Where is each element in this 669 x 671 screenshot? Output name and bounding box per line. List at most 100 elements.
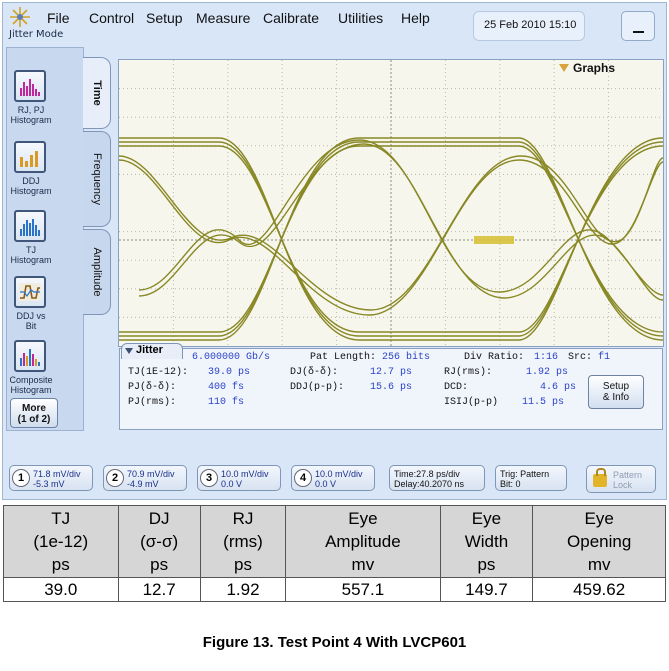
dj-label: DJ(δ-δ):: [290, 367, 339, 378]
rj-value: 1.92 ps: [526, 367, 569, 378]
menu-utilities[interactable]: Utilities: [338, 10, 383, 26]
menu-setup[interactable]: Setup: [146, 10, 183, 26]
table-cell: 557.1: [285, 577, 441, 602]
src-label: Src:: [568, 352, 593, 363]
table-header-row: TJ (1e-12) ps DJ (σ-σ) ps RJ (rms) ps Eye Ampli…: [3, 505, 666, 578]
header-line: ps: [51, 555, 70, 574]
timebase-button[interactable]: Time:27.8 ps/div Delay:40.2070 ns: [389, 465, 485, 491]
header-line: (σ-σ): [140, 532, 179, 551]
header-line: Eye: [471, 509, 502, 528]
pj-rms-label: PJ(rms):: [128, 397, 177, 408]
header-line: ps: [477, 555, 496, 574]
pat-length-value: 256 bits: [382, 352, 431, 363]
results-table: TJ (1e-12) ps DJ (σ-σ) ps RJ (rms) ps Eye Ampli…: [3, 505, 666, 602]
left-panel: RJ, PJ Histogram DDJ Histogram TJ Histog…: [6, 47, 84, 431]
tj-histogram-label: TJ Histogram: [10, 245, 52, 265]
header-rj: RJ (rms) ps: [199, 505, 287, 578]
tab-time[interactable]: Time: [83, 57, 111, 129]
table-cell: 149.7: [439, 577, 534, 602]
channel-scale: 70.9 mV/div: [127, 469, 175, 479]
header-line: Amplitude: [325, 532, 401, 551]
header-line: (1e-12): [33, 532, 89, 551]
dcd-value: 4.6 ps: [540, 382, 577, 393]
menu-help[interactable]: Help: [401, 10, 430, 26]
composite-histogram-label: Composite Histogram: [9, 375, 53, 395]
eye-diagram-graph[interactable]: [118, 59, 664, 347]
header-line: mv: [587, 555, 611, 574]
composite-histogram-button[interactable]: [14, 340, 46, 372]
header-eye-width: Eye Width ps: [439, 505, 534, 578]
dj-value: 12.7 ps: [370, 367, 413, 378]
tj-value: 39.0 ps: [208, 367, 251, 378]
ddj-histogram-label: DDJ Histogram: [10, 176, 52, 196]
header-line: ps: [234, 555, 252, 574]
setup-info-button[interactable]: Setup & Info: [588, 375, 644, 409]
app-logo-icon: [10, 7, 30, 27]
tab-frequency[interactable]: Frequency: [83, 131, 111, 227]
pattern-lock-button[interactable]: Pattern Lock: [586, 465, 656, 493]
header-line: RJ: [232, 509, 254, 528]
header-line: (rms): [223, 532, 263, 551]
ddj-vs-bit-label: DDJ vs Bit: [16, 311, 46, 331]
channel-3-button[interactable]: 3 10.0 mV/div 0.0 V: [197, 465, 281, 491]
channel-1-button[interactable]: 1 71.8 mV/div -5.3 mV: [9, 465, 93, 491]
dcd-label: DCD:: [444, 382, 469, 393]
isij-value: 11.5 ps: [522, 397, 565, 408]
graphs-tab[interactable]: Graphs: [573, 61, 615, 75]
ddj-value: 15.6 ps: [370, 382, 413, 393]
rj-pj-histogram-button[interactable]: [14, 70, 46, 102]
minimize-button[interactable]: [621, 11, 655, 41]
jitter-tab[interactable]: Jitter: [121, 343, 183, 359]
rj-label: RJ(rms):: [444, 367, 493, 378]
oscilloscope-window: Jitter Mode File Control Setup Measure C…: [2, 2, 667, 500]
header-line: DJ: [148, 509, 170, 528]
channel-number: 2: [106, 469, 124, 487]
header-line: mv: [351, 555, 375, 574]
table-cell: 39.0: [3, 577, 119, 602]
ddj-label: DDJ(p-p):: [290, 382, 345, 393]
menu-bar: Jitter Mode File Control Setup Measure C…: [3, 3, 666, 47]
ddj-histogram-button[interactable]: [14, 141, 46, 173]
pj-value: 400 fs: [208, 382, 245, 393]
jitter-results-panel: Bit Rate: 6.000000 Gb/s Pat Length: 256 …: [119, 348, 663, 430]
channel-number: 1: [12, 469, 30, 487]
tab-amplitude[interactable]: Amplitude: [83, 229, 111, 315]
table-cell: 1.92: [199, 577, 287, 602]
pattern-lock-label: Pattern Lock: [613, 470, 643, 490]
tj-label: TJ(1E-12):: [128, 367, 189, 378]
more-button[interactable]: More (1 of 2): [10, 398, 58, 428]
header-line: ps: [150, 555, 169, 574]
table-cell: 12.7: [117, 577, 201, 602]
header-line: TJ: [51, 509, 71, 528]
header-tj: TJ (1e-12) ps: [3, 505, 119, 578]
eye-diagram-plot: [118, 60, 664, 346]
channel-offset: 0.0 V: [315, 479, 337, 489]
channel-4-button[interactable]: 4 10.0 mV/div 0.0 V: [291, 465, 375, 491]
channel-scale: 10.0 mV/div: [315, 469, 363, 479]
histogram-icon: [20, 219, 40, 236]
pj-rms-value: 110 fs: [208, 397, 245, 408]
menu-measure[interactable]: Measure: [196, 10, 250, 26]
channel-offset: -5.3 mV: [33, 479, 65, 489]
bit-rate-value: 6.000000 Gb/s: [192, 352, 271, 363]
header-dj: DJ (σ-σ) ps: [117, 505, 201, 578]
ddj-vs-bit-button[interactable]: [14, 276, 46, 308]
header-line: Opening: [567, 532, 632, 551]
timebase-delay: Delay:40.2070 ns: [394, 479, 465, 489]
channel-scale: 10.0 mV/div: [221, 469, 269, 479]
menu-calibrate[interactable]: Calibrate: [263, 10, 319, 26]
tj-histogram-button[interactable]: [14, 210, 46, 242]
menu-file[interactable]: File: [47, 10, 70, 26]
trigger-source: Trig: Pattern: [500, 469, 550, 479]
div-ratio-value: 1:16: [534, 352, 559, 363]
table-cell: 459.62: [532, 577, 666, 602]
trigger-button[interactable]: Trig: Pattern Bit: 0: [495, 465, 567, 491]
channel-number: 3: [200, 469, 218, 487]
channel-2-button[interactable]: 2 70.9 mV/div -4.9 mV: [103, 465, 187, 491]
table-row: 39.0 12.7 1.92 557.1 149.7 459.62: [3, 577, 666, 602]
header-line: Eye: [584, 509, 614, 528]
tab-amplitude-label: Amplitude: [91, 247, 103, 297]
menu-control[interactable]: Control: [89, 10, 134, 26]
channel-scale: 71.8 mV/div: [33, 469, 81, 479]
histogram-icon: [20, 151, 38, 167]
